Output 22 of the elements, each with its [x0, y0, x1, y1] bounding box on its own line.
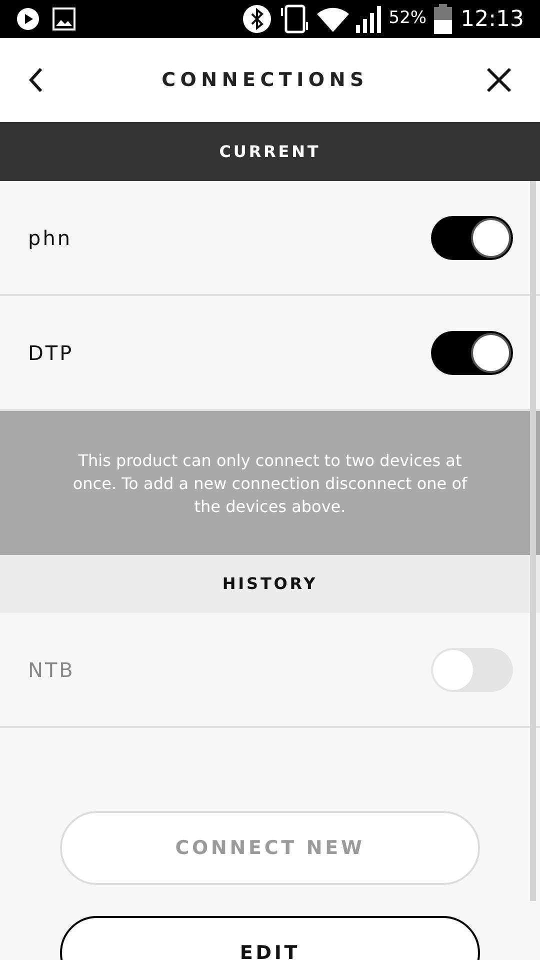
- notice-text: This product can only connect to two devices at once. To add a new connection disconnect one of the devices above.: [72, 450, 468, 518]
- play-icon: [16, 7, 40, 31]
- action-button[interactable]: EDIT: [60, 916, 480, 960]
- battery-percentage: 52%: [388, 7, 427, 30]
- vibrate-icon: [278, 4, 311, 34]
- toggle-switch[interactable]: [431, 216, 513, 260]
- page-title: CONNECTIONS: [162, 68, 368, 93]
- back-icon[interactable]: [28, 67, 44, 93]
- toggle-switch[interactable]: [431, 648, 513, 692]
- device-name: DTP: [28, 340, 75, 366]
- clock: 12:13: [460, 6, 524, 34]
- close-icon[interactable]: [486, 67, 512, 93]
- scrollbar[interactable]: [530, 181, 536, 901]
- section-heading: CURRENT: [219, 140, 321, 162]
- toggle-switch[interactable]: [431, 330, 513, 374]
- image-icon: [52, 7, 76, 31]
- bluetooth-icon: [242, 5, 271, 33]
- device-name: phn: [28, 224, 74, 252]
- wifi-icon: [316, 6, 349, 32]
- device-name: NTB: [28, 656, 76, 684]
- battery-icon: [432, 4, 453, 34]
- section-heading: HISTORY: [222, 573, 318, 595]
